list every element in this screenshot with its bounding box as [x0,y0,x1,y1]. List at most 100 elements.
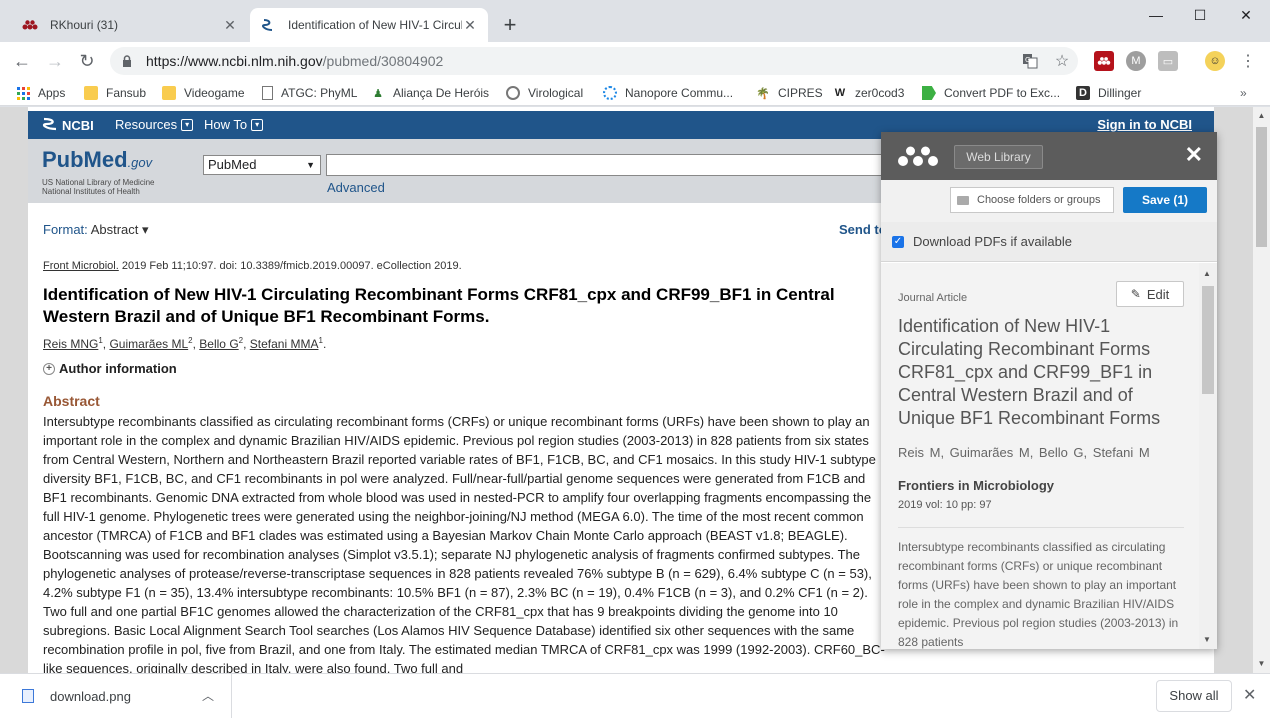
bookmark-cipres[interactable]: 🌴 CIPRES [756,84,823,102]
mendeley-toolbar: Choose folders or groups Save (1) [881,180,1217,222]
extension-m-icon[interactable]: M [1126,51,1146,71]
address-bar[interactable]: https://www.ncbi.nlm.nih.gov/pubmed/3080… [110,47,1078,75]
chevron-down-icon: ▾ [181,118,194,131]
edit-button[interactable]: ✎ Edit [1116,281,1184,307]
mendeley-icon [22,17,38,33]
maximize-icon[interactable]: ☐ [1185,4,1215,26]
bookmark-label: Fansub [106,86,147,100]
bookmark-star-icon[interactable]: ☆ [1051,50,1073,72]
search-input[interactable] [326,154,886,176]
apps-grid-icon [16,86,30,100]
extension-chat-icon[interactable]: ▭ [1158,51,1178,71]
scroll-up-icon[interactable]: ▲ [1257,111,1266,120]
tab-pubmed[interactable]: Identification of New HIV-1 Circula ✕ [250,8,488,42]
scrollbar-thumb[interactable] [1202,286,1214,394]
citation-line: Front Microbiol. 2019 Feb 11;10:97. doi:… [43,260,462,272]
reference-authors: Reis M, Guimarães M, Bello G, Stefani M [898,445,1150,460]
resources-menu[interactable]: Resources ▾ [115,117,194,132]
bookmark-alianca[interactable]: ♟ Aliança De Heróis [371,84,489,102]
virological-icon [506,86,520,100]
scroll-down-icon[interactable]: ▼ [1203,635,1211,644]
nih-text: National Institutes of Health [42,187,140,196]
bookmark-label: ATGC: PhyML [281,86,358,100]
bookmark-label: CIPRES [778,86,823,100]
svg-text:G: G [1025,56,1030,64]
close-shelf-icon[interactable]: ✕ [1243,685,1256,705]
window-close-icon[interactable]: ✕ [1231,4,1261,26]
menu-kebab-icon[interactable]: ⋮ [1237,50,1259,72]
tab-rkhouri[interactable]: RKhouri (31) ✕ [12,8,248,42]
web-library-button[interactable]: Web Library [954,145,1043,169]
ncbi-brand: NCBI [62,118,94,133]
tab-title: RKhouri (31) [50,18,119,32]
affiliation-sup: 2 [188,336,193,345]
page-icon [262,86,273,100]
author-link[interactable]: Stefani MMA [250,337,319,351]
author-list: Reis MNG1, Guimarães ML2, Bello G2, Stef… [43,336,327,351]
author-link[interactable]: Bello G [199,337,238,351]
divider [898,527,1184,528]
page-scrollbar[interactable]: ▲ ▼ [1253,107,1270,673]
close-tab-icon[interactable]: ✕ [222,17,238,33]
bookmark-convert-pdf[interactable]: Convert PDF to Exc... [922,84,1060,102]
close-tab-icon[interactable]: ✕ [462,17,478,33]
bookmark-zer0cod3[interactable]: Wzer0cod3 [833,84,905,102]
bookmark-fansub[interactable]: Fansub [84,84,146,102]
save-button[interactable]: Save (1) [1123,187,1207,213]
format-selector[interactable]: Format: Abstract ▾ [43,222,149,238]
author-link[interactable]: Guimarães ML [109,337,188,351]
advanced-search-link[interactable]: Advanced [327,180,385,195]
translate-icon[interactable]: G [1019,50,1041,72]
database-select[interactable]: PubMed ▼ [203,155,321,175]
format-label: Format [43,222,85,237]
sign-in-link[interactable]: Sign in to NCBI [1097,117,1192,132]
send-to-menu[interactable]: Send to [839,222,887,237]
bookmark-apps[interactable]: Apps [16,84,65,102]
new-tab-button[interactable]: + [498,13,522,37]
url-path: /pubmed/30804902 [322,53,444,69]
bookmark-label: Convert PDF to Exc... [944,86,1061,100]
profile-avatar[interactable]: ☺ [1205,51,1225,71]
image-file-icon [22,689,34,703]
mendeley-extension-icon[interactable] [1094,51,1114,71]
download-pdfs-label: Download PDFs if available [913,234,1072,249]
format-value: Abstract [90,222,139,237]
scroll-up-icon[interactable]: ▲ [1203,269,1211,278]
bookmark-virological[interactable]: Virological [506,84,583,102]
download-pdfs-option[interactable]: ✓ Download PDFs if available [881,222,1217,262]
minimize-icon[interactable]: — [1141,4,1171,26]
affiliation-sup: 2 [238,336,244,345]
mendeley-importer-panel: Web Library ✕ Choose folders or groups S… [881,132,1217,649]
bookmarks-overflow-icon[interactable]: » [1240,84,1247,102]
tab-strip: RKhouri (31) ✕ Identification of New HIV… [0,0,1270,42]
chevron-up-icon[interactable]: ︿ [202,687,214,704]
chevron-down-icon: ▾ [251,118,264,131]
scrollbar-thumb[interactable] [1256,127,1267,247]
author-link[interactable]: Reis MNG [43,337,98,351]
reference-meta: 2019 vol: 10 pp: 97 [898,499,992,511]
folder-chooser[interactable]: Choose folders or groups [950,187,1114,213]
back-icon[interactable]: ← [9,48,35,74]
lock-icon [122,55,134,67]
forward-icon[interactable]: → [42,48,68,74]
checkbox-checked-icon[interactable]: ✓ [892,235,904,248]
pubmed-logo[interactable]: PubMed.gov [42,147,152,173]
pubmed-logo-gov: .gov [127,155,153,170]
download-item[interactable]: download.png ︿ [0,674,232,718]
howto-menu[interactable]: How To ▾ [204,117,264,132]
ncbi-home-link[interactable]: NCBI [42,117,94,134]
bookmark-label: Apps [38,86,66,100]
bookmark-nanopore[interactable]: Nanopore Commu... [603,84,733,102]
author-information-toggle[interactable]: + Author information [43,361,177,376]
show-all-button[interactable]: Show all [1156,680,1232,712]
browser-toolbar: ← → ↻ https://www.ncbi.nlm.nih.gov/pubme… [0,42,1270,80]
journal-link[interactable]: Front Microbiol. [43,260,119,272]
reload-icon[interactable]: ↻ [74,48,100,74]
panel-scrollbar[interactable]: ▲ ▼ [1199,263,1217,649]
bookmark-videogame[interactable]: Videogame [162,84,245,102]
database-value: PubMed [208,157,257,172]
close-icon[interactable]: ✕ [1185,144,1203,166]
bookmark-atgc-phyml[interactable]: ATGC: PhyML [262,84,357,102]
scroll-down-icon[interactable]: ▼ [1257,659,1266,668]
bookmark-dillinger[interactable]: D Dillinger [1076,84,1141,102]
